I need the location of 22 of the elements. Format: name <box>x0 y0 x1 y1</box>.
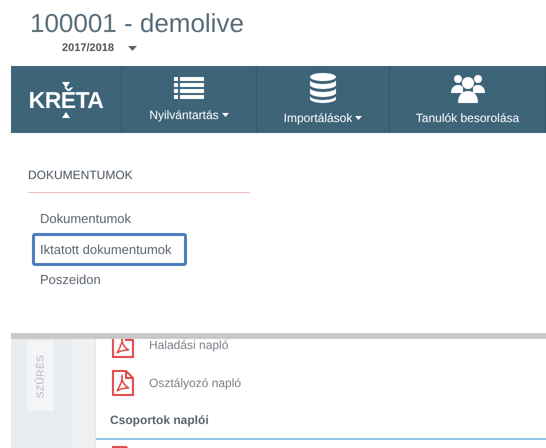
list-icon <box>174 76 204 100</box>
filter-label: SZŰRÉS <box>34 354 47 398</box>
pdf-file-icon <box>112 339 134 358</box>
document-link[interactable]: Haladási napló <box>149 339 228 354</box>
menu-item[interactable]: Iktatott dokumentumok <box>32 232 187 266</box>
database-icon <box>310 72 336 102</box>
nav-menu-item[interactable]: Importálások <box>284 108 362 126</box>
logo[interactable]: KRĚTA <box>28 88 104 112</box>
nav-menu-item[interactable]: Nyilvántartás <box>149 106 229 124</box>
caret-icon[interactable] <box>128 46 137 51</box>
school-year[interactable]: 2017/2018 <box>62 40 114 56</box>
group-heading: Csoportok naplói <box>110 412 209 429</box>
menu-item[interactable]: Poszeidon <box>28 270 101 290</box>
users-icon <box>450 72 484 102</box>
logo-arrow-icon <box>62 112 70 118</box>
menu-heading: DOKUMENTUMOK <box>28 166 250 193</box>
pdf-file-icon <box>112 370 134 396</box>
page-title: 100001 - demolive <box>30 8 244 38</box>
logo-arrow-icon <box>62 82 70 88</box>
nav-menu-item[interactable]: Tanulók besorolása <box>416 108 520 126</box>
menu-item[interactable]: Dokumentumok <box>28 209 132 228</box>
document-link[interactable]: Osztályozó napló <box>149 374 242 392</box>
